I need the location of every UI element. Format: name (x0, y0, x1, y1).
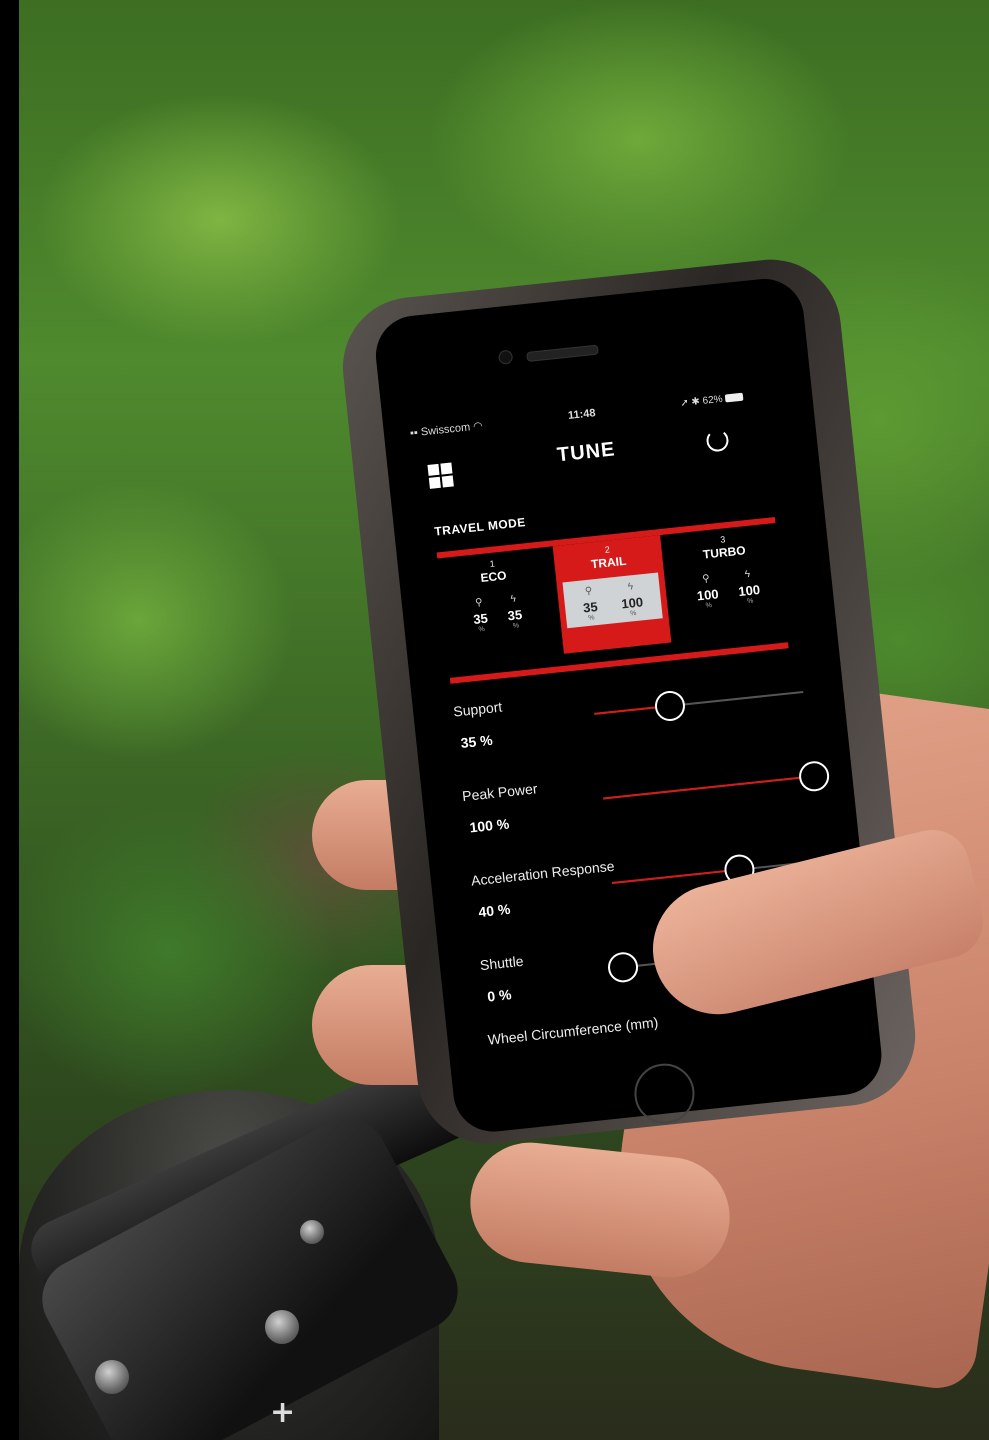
battery-percent: 62% (702, 393, 724, 407)
unit-label: % (512, 622, 520, 630)
setting-value: 100 % (468, 815, 510, 836)
refresh-icon[interactable] (705, 428, 730, 453)
status-time: 11:48 (567, 407, 597, 422)
bolt-icon (300, 1220, 324, 1244)
setting-value: 0 % (486, 986, 513, 1005)
slider-knob[interactable] (797, 759, 831, 793)
slider-knob[interactable] (606, 950, 640, 984)
support-value: 35 (582, 599, 599, 616)
setting-label: Peak Power (461, 780, 539, 805)
peak-value: 35 (506, 606, 523, 624)
bolt-icon (265, 1310, 299, 1344)
setting-value: 40 % (477, 900, 512, 921)
setting-value: 35 % (459, 731, 494, 752)
mode-eco[interactable]: 1 ECO ⚲ 35% ϟ 35% (438, 553, 556, 666)
bike-icon: ⚲ (474, 597, 484, 609)
setting-label: Acceleration Response (470, 857, 616, 889)
lightning-icon: ϟ (509, 593, 517, 606)
speaker-grille (526, 344, 599, 363)
support-value: 100 (696, 586, 720, 604)
setting-label: Support (452, 698, 503, 720)
status-right: ➚ ✱ 62% (680, 392, 744, 409)
unit-label: % (629, 609, 637, 618)
battery-icon (725, 392, 744, 403)
peak-value: 100 (620, 594, 644, 612)
mode-turbo[interactable]: 3 TURBO ⚲ 100% ϟ 100% (669, 529, 787, 642)
left-border (0, 0, 19, 1440)
unit-label: % (705, 602, 713, 610)
plus-icon: + (270, 1395, 296, 1430)
peak-value: 100 (737, 581, 761, 600)
support-slider[interactable] (594, 689, 804, 723)
tune-app: ▪▪ Swisscom ◠ 11:48 ➚ ✱ 62% TUNE TRAVEL … (372, 275, 885, 1135)
status-carrier: ▪▪ Swisscom ◠ (409, 420, 484, 440)
travel-mode-selector: 1 ECO ⚲ 35% ϟ 35% 2 TRAIL ⚲ 35% ϟ 100% 3 TUR… (436, 516, 789, 684)
lightning-icon: ϟ (744, 568, 751, 581)
bolt-icon (95, 1360, 129, 1394)
grid-icon[interactable] (427, 462, 454, 489)
travel-mode-label: TRAVEL MODE (433, 515, 527, 539)
support-value: 35 (472, 610, 489, 628)
setting-label: Shuttle (479, 952, 525, 974)
carrier-label: Swisscom (420, 421, 471, 439)
camera-icon (497, 349, 514, 365)
bike-icon: ⚲ (584, 585, 593, 598)
photo-scene: + ▪▪ Swisscom ◠ 11:48 ➚ ✱ 62% TUNE TRAVE… (0, 0, 989, 1440)
mode-trail[interactable]: 2 TRAIL ⚲ 35% ϟ 100% (552, 535, 672, 654)
unit-label: % (478, 625, 486, 634)
lightning-icon: ϟ (627, 581, 634, 593)
unit-label: % (746, 597, 754, 606)
bike-icon: ⚲ (701, 573, 711, 585)
page-title: TUNE (556, 438, 617, 467)
unit-label: % (588, 614, 595, 622)
slider-knob[interactable] (652, 689, 686, 723)
peak-power-slider[interactable] (603, 759, 831, 800)
